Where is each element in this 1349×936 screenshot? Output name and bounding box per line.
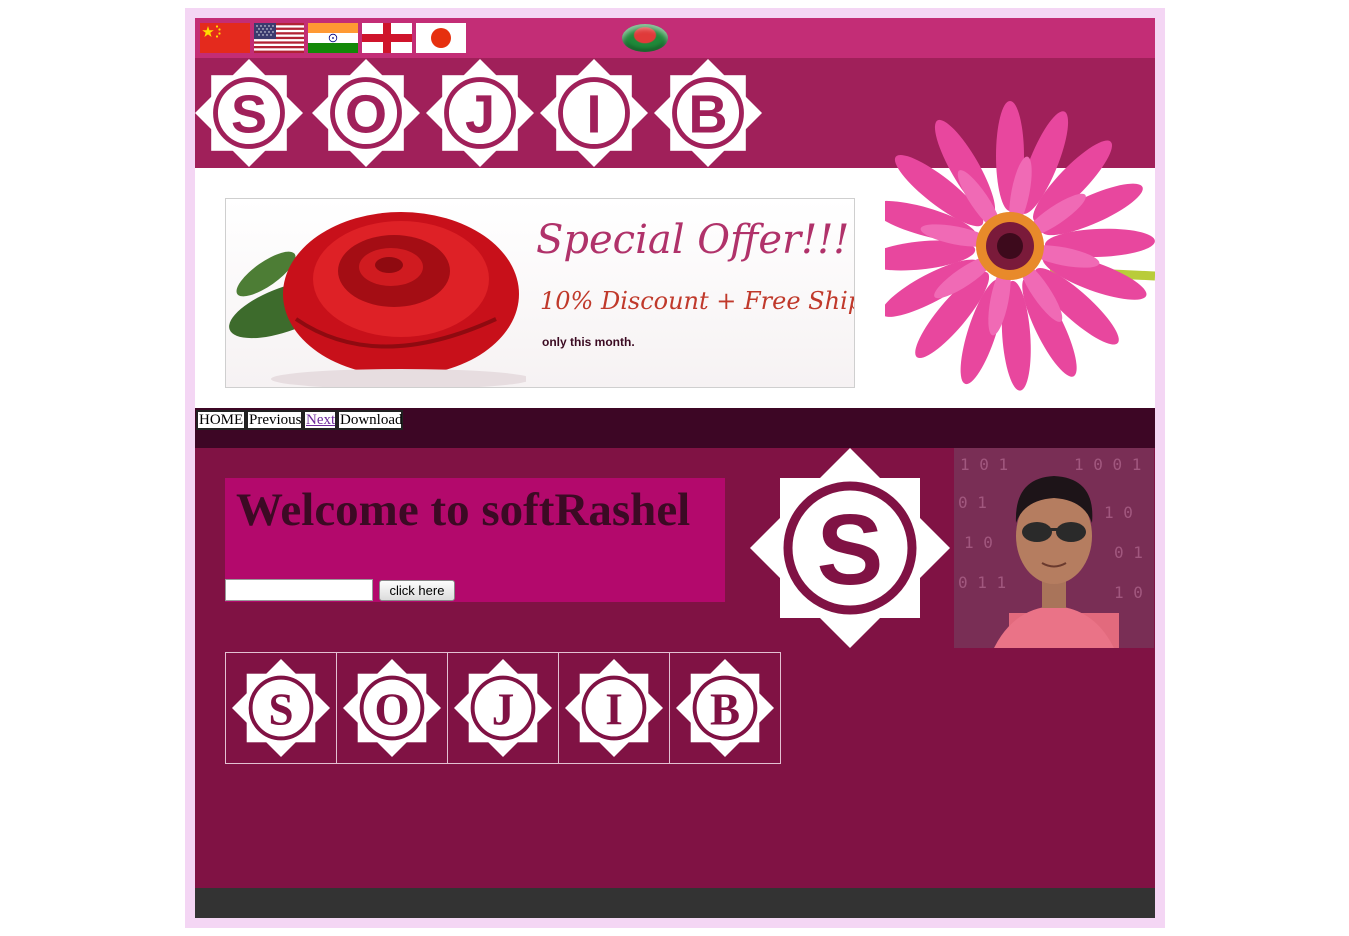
navigation-bar: HOME Previous Next Download	[195, 408, 1155, 448]
logo-letter: S	[268, 685, 293, 735]
red-rose-image	[229, 212, 526, 387]
logo-letter: B	[689, 84, 728, 144]
logo-letter: S	[817, 494, 884, 606]
logo-table-cell: J	[447, 652, 559, 764]
svg-text:0 1: 0 1	[1114, 543, 1143, 562]
logo-letter: I	[605, 685, 623, 735]
logo-table-cell: I	[558, 652, 670, 764]
logo-letter: O	[374, 685, 409, 735]
special-offer-banner[interactable]: Special Offer!!! 10% Discount + Free Shi…	[225, 198, 855, 388]
logo-letter-s-large-icon: S	[750, 448, 950, 648]
svg-text:1 0: 1 0	[1104, 503, 1133, 522]
logo-letter: I	[586, 84, 601, 144]
banner-area: Special Offer!!! 10% Discount + Free Shi…	[195, 101, 1155, 408]
svg-text:0 1 1: 0 1 1	[958, 573, 1006, 592]
logo-letter-b-icon: B	[654, 59, 762, 167]
bangladesh-flag-button-icon[interactable]	[622, 24, 668, 52]
usa-flag-icon[interactable]	[254, 23, 304, 53]
offer-subtitle: 10% Discount + Free Shipping	[540, 287, 854, 315]
logo-letter: J	[465, 84, 495, 144]
svg-text:1 0: 1 0	[964, 533, 993, 552]
logo-letter: B	[710, 685, 740, 735]
england-flag-icon[interactable]	[362, 23, 412, 53]
logo-table-cell: B	[669, 652, 781, 764]
logo-letter-o-icon: O	[312, 59, 420, 167]
svg-text:1 0 0 1: 1 0 0 1	[1074, 455, 1141, 474]
logo-table-cell: O	[336, 652, 448, 764]
logo-table: S O J I B	[225, 652, 781, 764]
logo-letter-s-serif-icon: S	[232, 659, 330, 757]
nav-download-link[interactable]: Download	[337, 410, 403, 430]
japan-flag-icon[interactable]	[416, 23, 466, 53]
logo-letter-j-icon: J	[426, 59, 534, 167]
click-here-button[interactable]: click here	[379, 580, 455, 601]
logo-letter-j-serif-icon: J	[454, 659, 552, 757]
logo-letter-b-serif-icon: B	[676, 659, 774, 757]
logo-letter-o-serif-icon: O	[343, 659, 441, 757]
svg-text:0 1: 0 1	[958, 493, 987, 512]
nav-next-link[interactable]: Next	[303, 410, 337, 430]
logo-letter: O	[345, 84, 387, 144]
logo-letter: S	[231, 84, 267, 144]
logo-letter-s-icon: S	[195, 59, 303, 167]
logo-letter-i-icon: I	[540, 59, 648, 167]
offer-note: only this month.	[542, 335, 635, 349]
india-flag-icon[interactable]	[308, 23, 358, 53]
language-flag-bar	[195, 18, 1155, 58]
logo-letter-i-serif-icon: I	[565, 659, 663, 757]
nav-home-link[interactable]: HOME	[196, 410, 246, 430]
offer-title: Special Offer!!!	[536, 217, 850, 263]
text-input[interactable]	[225, 579, 373, 601]
logo-letter: J	[492, 685, 515, 735]
china-flag-icon[interactable]	[200, 23, 250, 53]
pink-gerbera-image	[885, 101, 1155, 391]
profile-photo: 1 0 1 1 0 0 1 0 1 1 0 1 0 0 1 0 1 1 1 0	[954, 448, 1154, 648]
welcome-heading: Welcome to softRashel	[236, 484, 691, 536]
logo-table-cell: S	[225, 652, 337, 764]
svg-text:1 0: 1 0	[1114, 583, 1143, 602]
footer-bar	[195, 888, 1155, 918]
svg-text:1 0 1: 1 0 1	[960, 455, 1008, 474]
welcome-box: Welcome to softRashel click here	[225, 478, 725, 602]
nav-previous-link[interactable]: Previous	[246, 410, 303, 430]
main-content: Welcome to softRashel click here S 1 0 1…	[195, 448, 1155, 888]
